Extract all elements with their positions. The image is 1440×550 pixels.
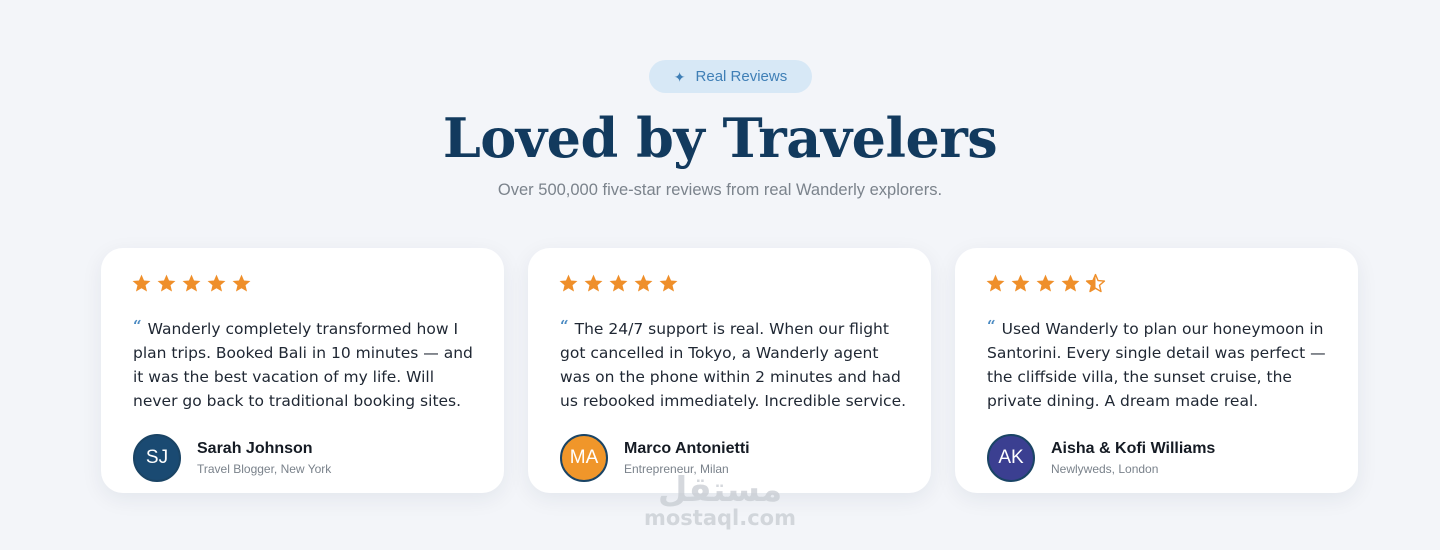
star-full-icon xyxy=(132,274,151,292)
star-rating xyxy=(985,273,1106,294)
quote-icon: “ xyxy=(987,317,996,335)
review-text: Used Wanderly to plan our honeymoon in S… xyxy=(987,320,1326,410)
testimonials-section: ✦ Real Reviews Loved by Travelers Over 5… xyxy=(0,0,1440,550)
quote-icon: “ xyxy=(133,317,142,335)
star-full-icon xyxy=(157,274,176,292)
review-text: The 24/7 support is real. When our fligh… xyxy=(560,320,907,410)
sparkle-icon: ✦ xyxy=(673,68,686,85)
star-full-icon xyxy=(584,274,603,292)
star-full-icon xyxy=(559,274,578,292)
avatar: MA xyxy=(560,434,608,482)
review-author: AK Aisha & Kofi Williams Newlyweds, Lond… xyxy=(987,434,1215,482)
author-name: Sarah Johnson xyxy=(197,440,313,457)
watermark-text: mostaql.com xyxy=(644,506,796,530)
review-quote: “The 24/7 support is real. When our flig… xyxy=(560,314,910,413)
star-full-icon xyxy=(609,274,628,292)
star-rating xyxy=(131,273,252,294)
review-card: “Wanderly completely transformed how I p… xyxy=(101,248,504,493)
review-cards: “Wanderly completely transformed how I p… xyxy=(101,248,1358,493)
star-rating xyxy=(558,273,679,294)
review-text: Wanderly completely transformed how I pl… xyxy=(133,320,473,410)
review-card: “Used Wanderly to plan our honeymoon in … xyxy=(955,248,1358,493)
star-full-icon xyxy=(659,274,678,292)
review-quote: “Used Wanderly to plan our honeymoon in … xyxy=(987,314,1337,413)
star-full-icon xyxy=(207,274,226,292)
quote-icon: “ xyxy=(560,317,569,335)
star-full-icon xyxy=(1061,274,1080,292)
author-name: Marco Antonietti xyxy=(624,440,750,457)
review-quote: “Wanderly completely transformed how I p… xyxy=(133,314,483,413)
star-full-icon xyxy=(986,274,1005,292)
author-name: Aisha & Kofi Williams xyxy=(1051,440,1216,457)
star-half-icon xyxy=(1085,273,1106,293)
author-role: Newlyweds, London xyxy=(1051,462,1159,476)
avatar: AK xyxy=(987,434,1035,482)
star-full-icon xyxy=(634,274,653,292)
real-reviews-badge: ✦ Real Reviews xyxy=(649,60,812,93)
badge-label: Real Reviews xyxy=(695,68,788,85)
star-full-icon xyxy=(182,274,201,292)
section-title: Loved by Travelers xyxy=(442,106,998,170)
star-full-icon xyxy=(1036,274,1055,292)
review-card: “The 24/7 support is real. When our flig… xyxy=(528,248,931,493)
section-subtitle: Over 500,000 five-star reviews from real… xyxy=(497,181,943,199)
star-full-icon xyxy=(232,274,251,292)
author-role: Travel Blogger, New York xyxy=(197,462,332,476)
avatar: SJ xyxy=(133,434,181,482)
star-full-icon xyxy=(1011,274,1030,292)
watermark-logo: مستقل xyxy=(657,470,783,510)
review-author: SJ Sarah Johnson Travel Blogger, New Yor… xyxy=(133,434,331,482)
mostaql-watermark: مستقل mostaql.com xyxy=(640,470,800,530)
